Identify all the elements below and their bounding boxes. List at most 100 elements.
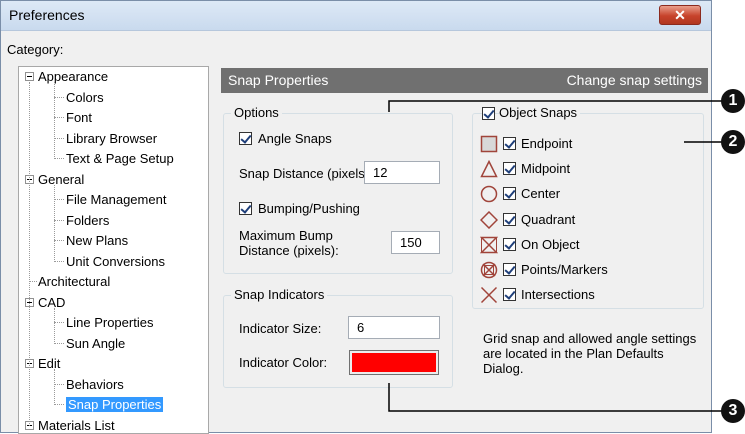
tree-item-label: File Management [66,192,166,207]
object-snap-checkbox[interactable] [503,263,516,276]
tree-item[interactable]: Font [66,108,92,127]
object-snaps-checkbox[interactable] [482,107,495,120]
category-tree[interactable]: Appearance Colors Font Library Browser Text … [18,66,209,434]
object-snap-label: Quadrant [521,212,575,227]
tree-item[interactable]: Behaviors [66,375,124,394]
indicator-size-label: Indicator Size: [239,321,321,336]
bumping-pushing-checkbox[interactable] [239,202,252,215]
title-bar[interactable]: Preferences ✕ [1,1,711,31]
tree-connector [54,199,64,200]
tree-connector [54,138,64,139]
tree-item[interactable]: Edit [38,354,60,373]
tree-item-label: CAD [38,295,65,310]
indicator-color-label: Indicator Color: [239,355,327,370]
object-snap-checkbox[interactable] [503,162,516,175]
tree-connector [54,308,55,344]
intersections-x-icon [480,286,498,304]
snap-distance-label: Snap Distance (pixels): [239,166,373,181]
window-title: Preferences [9,7,84,23]
snap-distance-input[interactable]: 12 [364,161,440,184]
tree-item[interactable]: Architectural [38,272,110,291]
tree-connector [54,220,64,221]
center-circle-icon [480,185,498,203]
tree-item-label: Snap Properties [66,397,163,412]
object-snap-label: On Object [521,237,580,252]
object-snap-checkbox[interactable] [503,288,516,301]
tree-connector [54,384,64,385]
tree-connector [54,343,64,344]
tree-item-label: Library Browser [66,131,157,146]
preferences-window: Preferences ✕ Category: Appearance Colors… [0,0,712,433]
tree-item-label: Folders [66,213,109,228]
max-bump-input[interactable]: 150 [391,231,440,254]
indicator-size-input[interactable]: 6 [348,316,440,339]
tree-item[interactable]: Materials List [38,416,115,434]
callout-badge-2: 2 [721,130,745,154]
points-markers-icon [480,261,498,279]
on-object-hourglass-icon [480,236,498,254]
tree-item[interactable]: New Plans [66,231,128,250]
tree-connector [54,97,64,98]
object-snap-checkbox[interactable] [503,238,516,251]
callout-badge-3: 3 [721,399,745,423]
tree-connector [54,82,55,159]
tree-item-label: Behaviors [66,377,124,392]
object-snap-checkbox[interactable] [503,213,516,226]
section-title: Snap Properties [228,72,328,88]
tree-item[interactable]: Unit Conversions [66,252,165,271]
object-snap-label: Endpoint [521,136,572,151]
object-snap-label: Center [521,186,560,201]
tree-connector [54,322,64,323]
tree-item[interactable]: CAD [38,293,65,312]
angle-snaps-label: Angle Snaps [258,131,332,146]
tree-item-label: Materials List [38,418,115,433]
tree-item[interactable]: Snap Properties [66,395,163,414]
object-snap-label: Intersections [521,287,595,302]
tree-item[interactable]: Colors [66,88,104,107]
indicator-color-button[interactable] [349,350,439,375]
tree-item-label: Edit [38,356,60,371]
close-button[interactable]: ✕ [659,5,701,25]
tree-connector [54,404,64,405]
object-snap-checkbox[interactable] [503,137,516,150]
callout-badge-1: 1 [721,89,745,113]
tree-item-label: New Plans [66,233,128,248]
tree-item[interactable]: Folders [66,211,109,230]
angle-snaps-checkbox[interactable] [239,132,252,145]
tree-item[interactable]: File Management [66,190,166,209]
tree-item-label: Font [66,110,92,125]
options-group-label: Options [231,105,282,120]
tree-connector [54,185,55,262]
grid-snap-note: Grid snap and allowed angle settings are… [483,331,703,376]
tree-item[interactable]: Sun Angle [66,334,125,353]
section-header: Snap Properties Change snap settings [221,68,708,93]
tree-item[interactable]: General [38,170,84,189]
tree-connector [54,240,64,241]
object-snap-label: Midpoint [521,161,570,176]
tree-item-label: Unit Conversions [66,254,165,269]
tree-item[interactable]: Text & Page Setup [66,149,174,168]
tree-item-label: Appearance [38,69,108,84]
category-label: Category: [7,42,63,57]
collapse-icon[interactable] [25,72,34,81]
tree-item-label: Architectural [38,274,110,289]
quadrant-diamond-icon [480,211,498,229]
tree-connector [29,82,30,426]
tree-item[interactable]: Library Browser [66,129,157,148]
tree-connector [29,281,37,282]
tree-connector [54,261,64,262]
tree-item[interactable]: Line Properties [66,313,153,332]
tree-item-label: General [38,172,84,187]
object-snap-checkbox[interactable] [503,187,516,200]
tree-item-label: Sun Angle [66,336,125,351]
max-bump-label-line2: Distance (pixels): [239,243,339,258]
object-snap-label: Points/Markers [521,262,608,277]
snap-indicators-group-label: Snap Indicators [231,287,327,302]
bumping-pushing-label: Bumping/Pushing [258,201,360,216]
endpoint-square-icon [480,135,498,153]
tree-item-label: Colors [66,90,104,105]
midpoint-triangle-icon [480,160,498,178]
tree-item[interactable]: Appearance [38,67,108,86]
section-subtitle: Change snap settings [567,72,702,88]
tree-connector [54,369,55,405]
